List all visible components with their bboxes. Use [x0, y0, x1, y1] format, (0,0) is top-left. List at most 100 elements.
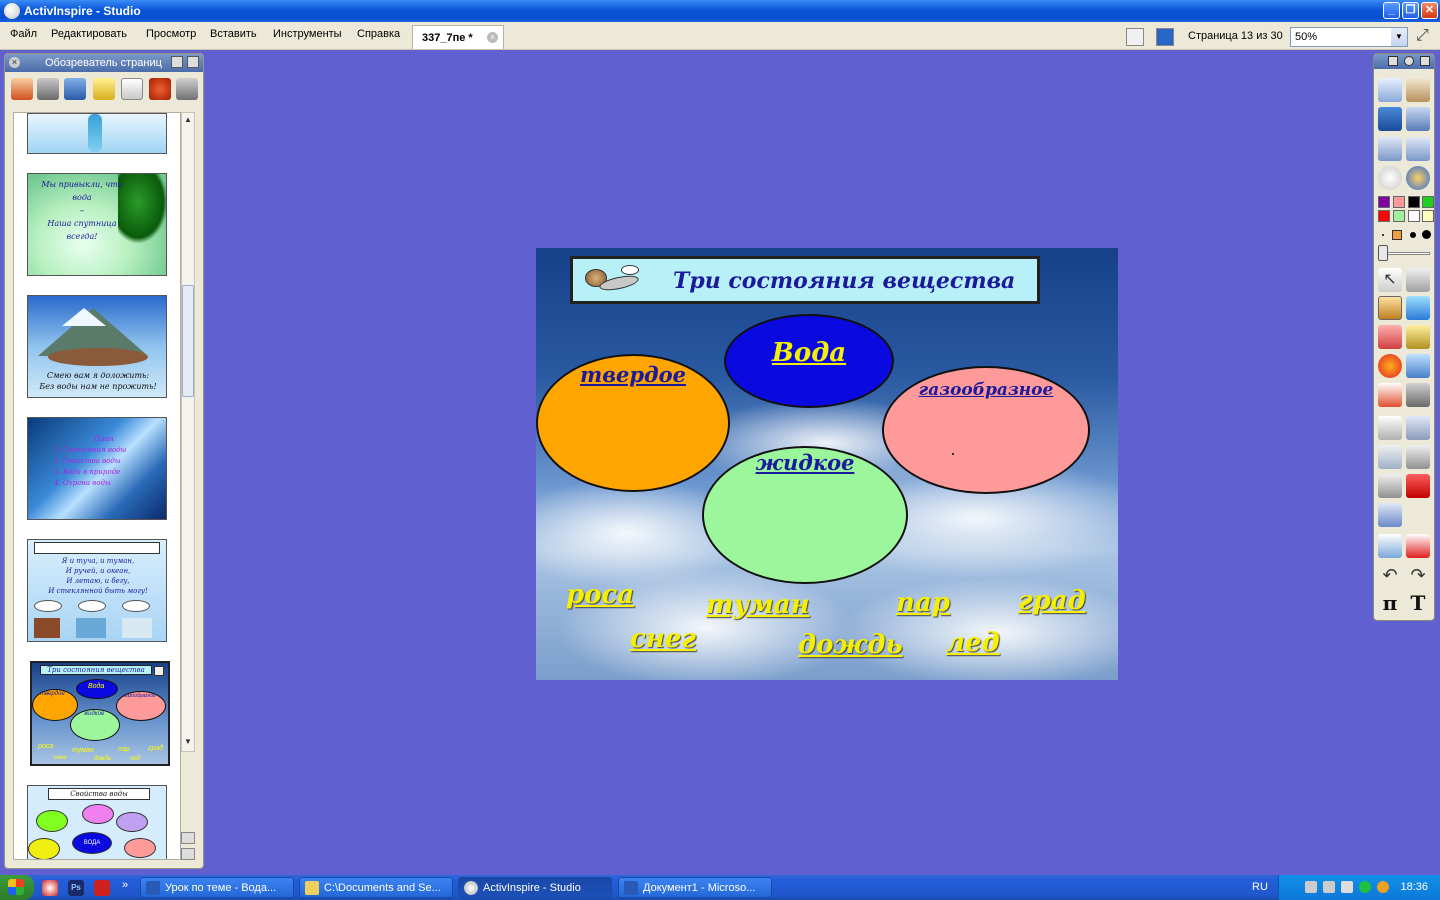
flipchart-settings-icon[interactable]: [1156, 28, 1174, 46]
set-square-icon[interactable]: [1378, 445, 1402, 469]
menu-view[interactable]: Просмотр: [146, 28, 196, 40]
scroll-up-icon[interactable]: ▲: [184, 115, 192, 124]
menu-edit[interactable]: Редактировать: [51, 28, 127, 40]
spotlight-icon[interactable]: [1378, 503, 1402, 527]
word-dozhd[interactable]: дождь: [798, 630, 903, 660]
chevron-down-icon[interactable]: ▼: [1391, 28, 1407, 46]
redo-icon[interactable]: ↷: [1406, 563, 1430, 587]
camera-icon[interactable]: [1378, 383, 1402, 407]
tray-app-icon[interactable]: [1377, 881, 1389, 893]
property-inspector-icon[interactable]: [121, 78, 143, 100]
ellipse-water[interactable]: Вода: [724, 314, 894, 408]
math-equation-icon[interactable]: π: [1378, 591, 1402, 615]
connector-icon[interactable]: [1406, 354, 1430, 378]
chevron-more-icon[interactable]: »: [122, 879, 128, 891]
web-browser-icon[interactable]: [1406, 166, 1430, 190]
language-indicator[interactable]: RU: [1252, 881, 1268, 893]
word-sneg[interactable]: снег: [630, 624, 696, 654]
menu-insert[interactable]: Вставить: [210, 28, 257, 40]
object-browser-icon[interactable]: [64, 78, 86, 100]
page-thumbnail[interactable]: Смею вам я доложить: Без воды нам не про…: [27, 295, 167, 398]
start-button[interactable]: [0, 875, 34, 900]
thumbnail-scrollbar[interactable]: ▲ ▼: [181, 112, 195, 752]
color-swatch[interactable]: [1408, 196, 1420, 208]
color-swatch[interactable]: [1393, 210, 1405, 222]
minimize-button[interactable]: _: [1383, 2, 1400, 19]
panel-pin-icon[interactable]: [187, 56, 199, 68]
network-icon[interactable]: [1323, 881, 1335, 893]
next-page-icon[interactable]: [1406, 137, 1430, 161]
page-notes-icon[interactable]: [1126, 28, 1144, 46]
play-icon[interactable]: [1378, 166, 1402, 190]
fullscreen-icon[interactable]: ⤢: [1416, 27, 1434, 45]
clear-icon[interactable]: [1378, 534, 1402, 558]
tools-hammer-icon[interactable]: [1406, 268, 1430, 292]
voting-browser-icon[interactable]: [176, 78, 198, 100]
task-word-lesson[interactable]: Урок по теме - Вода...: [140, 877, 294, 898]
task-activinspire[interactable]: ActivInspire - Studio: [458, 877, 612, 898]
flipchart-page[interactable]: Три состояния вещества Вода твердое газо…: [536, 248, 1118, 680]
action-browser-icon[interactable]: [149, 78, 171, 100]
color-swatch[interactable]: [1422, 196, 1434, 208]
designer-mode-icon[interactable]: [1406, 107, 1430, 131]
pen-width-1[interactable]: [1382, 234, 1384, 236]
scroll-thumb[interactable]: [182, 285, 194, 397]
toolbox-collapse-icon[interactable]: [1404, 56, 1414, 66]
icq-icon[interactable]: [1359, 881, 1371, 893]
page-thumbnail[interactable]: Мы привыкли, что вода – Наша спутница вс…: [27, 173, 167, 276]
shape-icon[interactable]: [1378, 354, 1402, 378]
dice-icon[interactable]: [1406, 474, 1430, 498]
ellipse-solid[interactable]: твердое: [536, 354, 730, 492]
zoom-select[interactable]: 50% ▼: [1290, 27, 1408, 47]
task-word-doc[interactable]: Документ1 - Microso...: [618, 877, 772, 898]
page-thumbnail[interactable]: Я и туча, и туман, И ручей, и океан, И л…: [27, 539, 167, 642]
browsers-icon[interactable]: [1406, 78, 1430, 102]
color-swatch[interactable]: [1378, 210, 1390, 222]
highlighter-icon[interactable]: [1406, 296, 1430, 320]
page-thumbnail[interactable]: [27, 113, 167, 154]
word-par[interactable]: пар: [896, 588, 950, 618]
ellipse-liquid[interactable]: жидкое: [702, 446, 908, 584]
compass-icon[interactable]: [1406, 445, 1430, 469]
zoom-thumbnails-icon[interactable]: [181, 832, 195, 844]
task-explorer[interactable]: C:\Documents and Se...: [299, 877, 453, 898]
media-icon[interactable]: [1406, 383, 1430, 407]
page-notes-icon[interactable]: [154, 666, 164, 676]
network-icon[interactable]: [1305, 881, 1317, 893]
close-button[interactable]: ✕: [1421, 2, 1438, 19]
protractor-icon[interactable]: [1406, 416, 1430, 440]
color-swatch[interactable]: [1408, 210, 1420, 222]
fill-icon[interactable]: [1406, 325, 1430, 349]
eraser-icon[interactable]: [1378, 325, 1402, 349]
menu-tools[interactable]: Инструменты: [273, 28, 342, 40]
word-grad[interactable]: град: [1018, 586, 1086, 616]
select-cursor-icon[interactable]: ↖: [1378, 268, 1402, 292]
slide-title-box[interactable]: Три состояния вещества: [570, 256, 1040, 304]
pen-width-3[interactable]: [1410, 232, 1416, 238]
calculator-icon[interactable]: [1378, 474, 1402, 498]
page-thumbnail[interactable]: Свойства воды ВОДА: [27, 785, 167, 859]
photoshop-icon[interactable]: Ps: [68, 880, 84, 896]
menu-help[interactable]: Справка: [357, 28, 400, 40]
pen-width-4[interactable]: [1422, 230, 1431, 239]
word-led[interactable]: лед: [946, 628, 1000, 658]
ellipse-gas[interactable]: газообразное: [882, 366, 1090, 494]
switch-profile-icon[interactable]: [1378, 107, 1402, 131]
pen-icon[interactable]: [1378, 296, 1402, 320]
toolbox-menu-icon[interactable]: [1388, 56, 1398, 66]
close-panel-icon[interactable]: ×: [9, 57, 20, 68]
pen-width-2[interactable]: [1392, 230, 1402, 240]
notes-browser-icon[interactable]: [93, 78, 115, 100]
page-browser-icon[interactable]: [11, 78, 33, 100]
document-tab[interactable]: 337_7пе * ×: [412, 25, 504, 49]
toolbox-pin-icon[interactable]: [1420, 56, 1430, 66]
page-thumbnail-selected[interactable]: Три состояния вещества твердое Вода газо…: [30, 661, 170, 766]
opera-icon[interactable]: [42, 880, 58, 896]
main-menu-icon[interactable]: [1378, 78, 1402, 102]
device-icon[interactable]: [1341, 881, 1353, 893]
close-tab-icon[interactable]: ×: [487, 32, 498, 43]
previous-page-icon[interactable]: [1378, 137, 1402, 161]
page-thumbnail[interactable]: План 1. Состояния воды 2. Свойства воды …: [27, 417, 167, 520]
slider-handle[interactable]: [1378, 245, 1388, 261]
menu-file[interactable]: Файл: [10, 28, 37, 40]
